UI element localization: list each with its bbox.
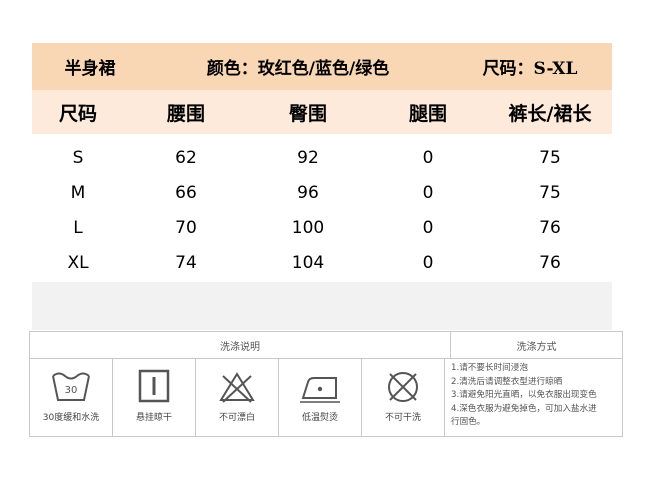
wash-30-icon: 30 [52,372,90,401]
size-cell: L [73,217,83,238]
care-note: 3.请避免阳光直晒，以免衣服出现变色 [451,390,597,401]
care-label: 不可漂白 [218,413,255,423]
column-header-waist: 腰围 [166,102,205,125]
care-label: 低温熨烫 [301,413,338,423]
care-table: 洗涤说明 洗涤方式 30 30度缓和水洗 悬挂晾干 不可漂白 低温熨烫 不可干洗… [29,331,623,437]
waist-cell: 66 [175,182,197,203]
size-cell: M [70,182,86,203]
care-method-title: 洗涤方式 [516,341,557,353]
waist-cell: 74 [175,252,197,273]
empty-row [32,282,612,330]
care-label: 30度缓和水洗 [42,413,100,423]
care-item-hang-dry: 悬挂晾干 [113,359,196,437]
care-label: 悬挂晾干 [135,413,172,423]
care-notes: 1.请不要长时间浸泡 2.清洗后请调整衣型进行晾晒 3.请避免阳光直晒，以免衣服… [445,359,622,437]
hip-cell: 96 [297,182,319,203]
size-table: 半身裙 颜色：玫红色/蓝色/绿色 尺码：S-XL 尺码 腰围 臀围 腿围 裤长/… [32,43,612,330]
care-item-wash: 30 30度缓和水洗 [30,359,113,437]
hip-cell: 92 [297,147,319,168]
care-note: 1.请不要长时间浸泡 [451,363,528,373]
product-header-row: 半身裙 颜色：玫红色/蓝色/绿色 尺码：S-XL [32,43,612,90]
care-note: 4.深色衣服为避免掉色，可加入盐水进 [451,403,597,414]
length-cell: 76 [539,217,561,238]
care-item-no-dry-clean: 不可干洗 [362,359,445,437]
care-body: 30 30度缓和水洗 悬挂晾干 不可漂白 低温熨烫 不可干洗 1.请不要长时间浸… [30,359,622,437]
table-row: S 62 92 0 75 [32,140,612,175]
length-cell: 76 [539,252,561,273]
column-header-row: 尺码 腰围 臀围 腿围 裤长/裙长 [32,90,612,134]
size-cell: XL [67,252,89,273]
waist-cell: 70 [175,217,197,238]
table-row: XL 74 104 0 76 [32,245,612,280]
hang-dry-icon [138,369,170,403]
column-header-hip: 臀围 [288,102,327,125]
care-note: 行固色。 [451,417,486,428]
hip-cell: 104 [291,252,325,273]
care-instructions-title: 洗涤说明 [30,332,451,358]
low-iron-icon [300,377,340,403]
table-row: M 66 96 0 75 [32,175,612,210]
color-options: 颜色：玫红色/蓝色/绿色 [206,59,390,79]
thigh-cell: 0 [422,217,434,238]
thigh-cell: 0 [422,147,434,168]
wash-temperature: 30 [65,385,78,396]
no-bleach-icon [219,372,255,403]
thigh-cell: 0 [422,252,434,273]
column-header-thigh: 腿围 [408,102,447,125]
care-header: 洗涤说明 洗涤方式 [30,332,622,359]
care-item-low-iron: 低温熨烫 [279,359,362,437]
size-cell: S [72,147,84,168]
waist-cell: 62 [175,147,197,168]
column-header-length: 裤长/裙长 [508,102,592,125]
care-label: 不可干洗 [384,413,421,423]
product-name: 半身裙 [64,59,116,79]
no-dry-clean-icon [388,372,418,402]
care-item-no-bleach: 不可漂白 [196,359,279,437]
thigh-cell: 0 [422,182,434,203]
table-row: L 70 100 0 76 [32,210,612,245]
size-range: 尺码：S-XL [482,59,578,79]
length-cell: 75 [539,182,561,203]
length-cell: 75 [539,147,561,168]
hip-cell: 100 [291,217,325,238]
care-note: 2.清洗后请调整衣型进行晾晒 [451,376,563,387]
column-header-size: 尺码 [58,102,97,125]
